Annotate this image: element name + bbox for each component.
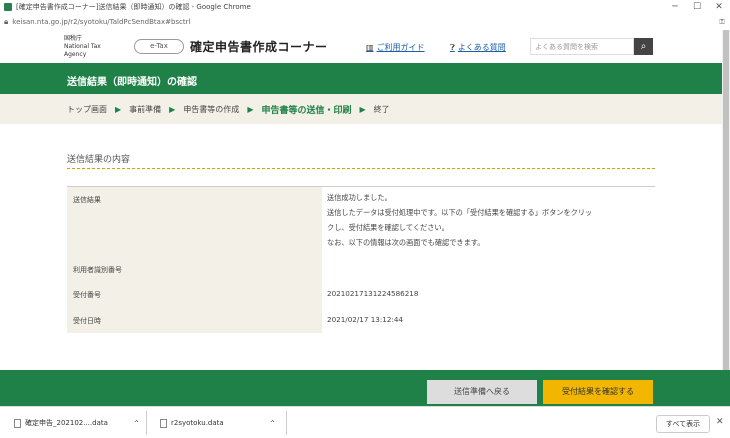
minimize-button[interactable]: ─ (664, 2, 686, 12)
breadcrumb-arrow-icon: ▶ (247, 104, 254, 114)
page-heading-bar: 送信結果（即時通知）の確認 (0, 63, 722, 94)
page-scrollbar[interactable] (722, 30, 730, 370)
search-button[interactable]: ⌕ (634, 38, 653, 55)
faq-link[interactable]: ❓︎ よくある質問 (450, 42, 506, 53)
download-item[interactable]: r2syotoku.data ⌃ (160, 413, 276, 433)
file-icon (14, 418, 21, 428)
agency-name: 国税庁 (64, 35, 83, 42)
search-icon: ⌕ (640, 41, 647, 52)
file-icon (160, 418, 167, 428)
close-window-button[interactable]: ✕ (708, 2, 730, 12)
check-receipt-result-button[interactable]: 受付結果を確認する (543, 380, 653, 404)
site-header: 国税庁 National Tax Agency e-Tax 確定申告書作成コーナ… (0, 30, 722, 63)
user-id-label: 利用者識別番号 (67, 257, 322, 281)
download-filename: 確定申告_202102....data (25, 419, 108, 427)
breadcrumb-arrow-icon: ▶ (169, 104, 176, 114)
main-content: 送信結果の内容 送信結果 送信成功しました。 送信したデータは受付処理中です。以… (0, 124, 722, 370)
download-divider (286, 411, 287, 435)
result-table: 送信結果 送信成功しました。 送信したデータは受付処理中です。以下の「受付結果を… (67, 186, 655, 333)
download-item[interactable]: 確定申告_202102....data ⌃ (14, 413, 140, 433)
guide-link[interactable]: ▥ ご利用ガイド (366, 42, 425, 53)
breadcrumb-item: 終了 (373, 104, 390, 114)
question-icon: ❓︎ (450, 42, 455, 52)
chevron-up-icon[interactable]: ⌃ (133, 419, 140, 428)
section-divider (67, 168, 655, 169)
breadcrumb-arrow-icon: ▶ (359, 104, 366, 114)
address-bar[interactable]: 🔒︎ keisan.nta.go.jp/r2/syotoku/TaldPcSen… (0, 14, 730, 30)
page-title: 送信結果（即時通知）の確認 (67, 77, 197, 88)
receipt-datetime-value: 2021/02/17 13:12:44 (327, 315, 403, 324)
breadcrumb-item: 申告書等の作成 (183, 104, 240, 114)
maximize-button[interactable]: ☐ (686, 2, 708, 12)
agency-name-en: National Tax Agency (64, 43, 101, 58)
key-icon[interactable]: ⚿ (714, 18, 730, 27)
breadcrumb-arrow-icon: ▶ (115, 104, 122, 114)
url-text[interactable]: keisan.nta.go.jp/r2/syotoku/TaldPcSendBt… (12, 18, 714, 26)
window-titlebar: [確定申告書作成コーナー]送信結果（即時通知）の確認 - Google Chro… (0, 0, 730, 14)
result-label: 送信結果 (67, 187, 322, 257)
download-shelf: 確定申告_202102....data ⌃ r2syotoku.data ⌃ す… (0, 406, 730, 438)
result-line: クし、受付結果を確認してください。 (327, 223, 449, 232)
scrollbar-thumb[interactable] (723, 30, 729, 370)
agency-logo[interactable]: 国税庁 National Tax Agency (64, 35, 104, 59)
close-icon[interactable]: ✕ (716, 417, 724, 427)
site-title: 確定申告書作成コーナー (190, 40, 328, 54)
receipt-datetime-label: 受付日時 (67, 307, 322, 333)
book-icon: ▥ (366, 43, 374, 52)
faq-link-label: よくある質問 (457, 43, 506, 52)
breadcrumb-item-current: 申告書等の送信・印刷 (261, 105, 352, 116)
breadcrumb-item: トップ画面 (67, 104, 107, 114)
result-line: 送信成功しました。 (327, 193, 392, 202)
download-filename: r2syotoku.data (171, 419, 224, 427)
lock-icon: 🔒︎ (4, 17, 9, 26)
show-all-downloads-button[interactable]: すべて表示 (656, 415, 710, 433)
window-title: [確定申告書作成コーナー]送信結果（即時通知）の確認 - Google Chro… (16, 3, 251, 11)
result-line: 送信したデータは受付処理中です。以下の「受付結果を確認する」ボタンをクリッ (327, 208, 593, 217)
site-favicon-icon (4, 3, 12, 11)
faq-search-input[interactable]: よくある質問を検索 (530, 38, 634, 55)
result-message: 送信成功しました。 送信したデータは受付処理中です。以下の「受付結果を確認する」… (327, 190, 592, 250)
receipt-number-value: 20210217131224586218 (327, 289, 419, 298)
breadcrumb: トップ画面 ▶ 事前準備 ▶ 申告書等の作成 ▶ 申告書等の送信・印刷 ▶ 終了 (0, 94, 722, 124)
chevron-up-icon[interactable]: ⌃ (269, 419, 276, 428)
receipt-number-label: 受付番号 (67, 281, 322, 307)
guide-link-label: ご利用ガイド (376, 43, 425, 52)
download-divider (146, 411, 147, 435)
section-title: 送信結果の内容 (67, 155, 131, 165)
breadcrumb-item: 事前準備 (129, 104, 162, 114)
result-line: なお、以下の情報は次の画面でも確認できます。 (327, 238, 485, 247)
etax-logo: e-Tax (134, 39, 184, 54)
back-to-send-prep-button[interactable]: 送信準備へ戻る (427, 380, 537, 404)
